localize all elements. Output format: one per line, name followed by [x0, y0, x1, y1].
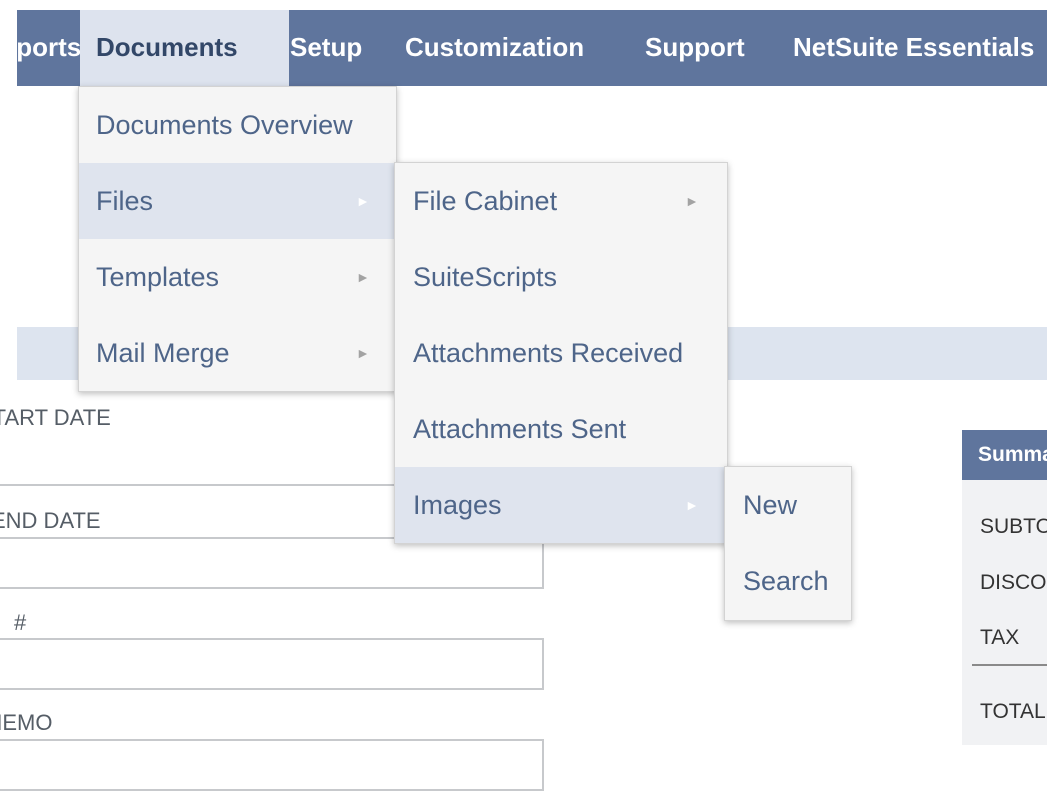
- nav-customization[interactable]: Customization: [405, 10, 584, 86]
- menu-item-label: Documents Overview: [96, 110, 353, 140]
- documents-menu: Documents Overview Files ► Templates ► M…: [78, 86, 397, 392]
- menu-item-files[interactable]: Files ►: [79, 163, 394, 239]
- nav-documents[interactable]: Documents: [80, 10, 289, 86]
- memo-field[interactable]: [0, 739, 544, 791]
- nav-support[interactable]: Support: [645, 10, 745, 86]
- menu-item-new[interactable]: New: [725, 467, 849, 543]
- menu-item-label: New: [743, 490, 798, 520]
- menu-item-label: SuiteScripts: [413, 262, 558, 292]
- nav-netsuite-essentials[interactable]: NetSuite Essentials: [793, 10, 1034, 86]
- top-nav-bar: Reports Documents Setup Customization Su…: [17, 10, 1047, 86]
- summary-discount: DISCOUNT: [980, 571, 1047, 594]
- menu-item-label: Files: [96, 186, 154, 216]
- files-submenu: File Cabinet ► SuiteScripts Attachments …: [394, 162, 728, 544]
- menu-item-label: Attachments Sent: [413, 414, 627, 444]
- menu-item-mail-merge[interactable]: Mail Merge ►: [79, 315, 394, 391]
- menu-item-file-cabinet[interactable]: File Cabinet ►: [395, 163, 725, 239]
- menu-item-label: Mail Merge: [96, 338, 230, 368]
- menu-item-documents-overview[interactable]: Documents Overview: [79, 87, 394, 163]
- submenu-arrow-icon: ►: [356, 345, 370, 361]
- nav-reports[interactable]: Reports: [17, 10, 81, 86]
- summary-tax: TAX: [980, 626, 1020, 649]
- end-date-label: END DATE: [0, 508, 101, 533]
- nav-setup[interactable]: Setup: [290, 10, 362, 86]
- menu-item-attachments-received[interactable]: Attachments Received: [395, 315, 725, 391]
- start-date-label: START DATE: [0, 405, 111, 430]
- menu-item-label: Search: [743, 566, 829, 596]
- number-label: #: [14, 610, 27, 635]
- images-submenu: New Search: [724, 466, 852, 621]
- summary-subtotal: SUBTOTAL: [980, 515, 1047, 538]
- submenu-arrow-icon: ►: [356, 269, 370, 285]
- submenu-arrow-icon: ►: [685, 497, 699, 513]
- submenu-arrow-icon: ►: [356, 193, 370, 209]
- summary-divider: [972, 664, 1047, 666]
- menu-item-label: Images: [413, 490, 502, 520]
- number-field[interactable]: [0, 638, 544, 690]
- summary-total: TOTAL: [980, 700, 1046, 723]
- menu-item-search[interactable]: Search: [725, 543, 849, 619]
- menu-item-label: Templates: [96, 262, 220, 292]
- submenu-arrow-icon: ►: [685, 193, 699, 209]
- menu-item-label: Attachments Received: [413, 338, 684, 368]
- end-date-field[interactable]: [0, 537, 544, 589]
- summary-title: Summary: [962, 430, 1047, 480]
- memo-label: MEMO: [0, 710, 53, 735]
- menu-item-attachments-sent[interactable]: Attachments Sent: [395, 391, 725, 467]
- menu-item-templates[interactable]: Templates ►: [79, 239, 394, 315]
- menu-item-label: File Cabinet: [413, 186, 558, 216]
- summary-panel: Summary SUBTOTAL DISCOUNT TAX TOTAL: [962, 430, 1047, 745]
- menu-item-images[interactable]: Images ►: [395, 467, 725, 543]
- menu-item-suitescripts[interactable]: SuiteScripts: [395, 239, 725, 315]
